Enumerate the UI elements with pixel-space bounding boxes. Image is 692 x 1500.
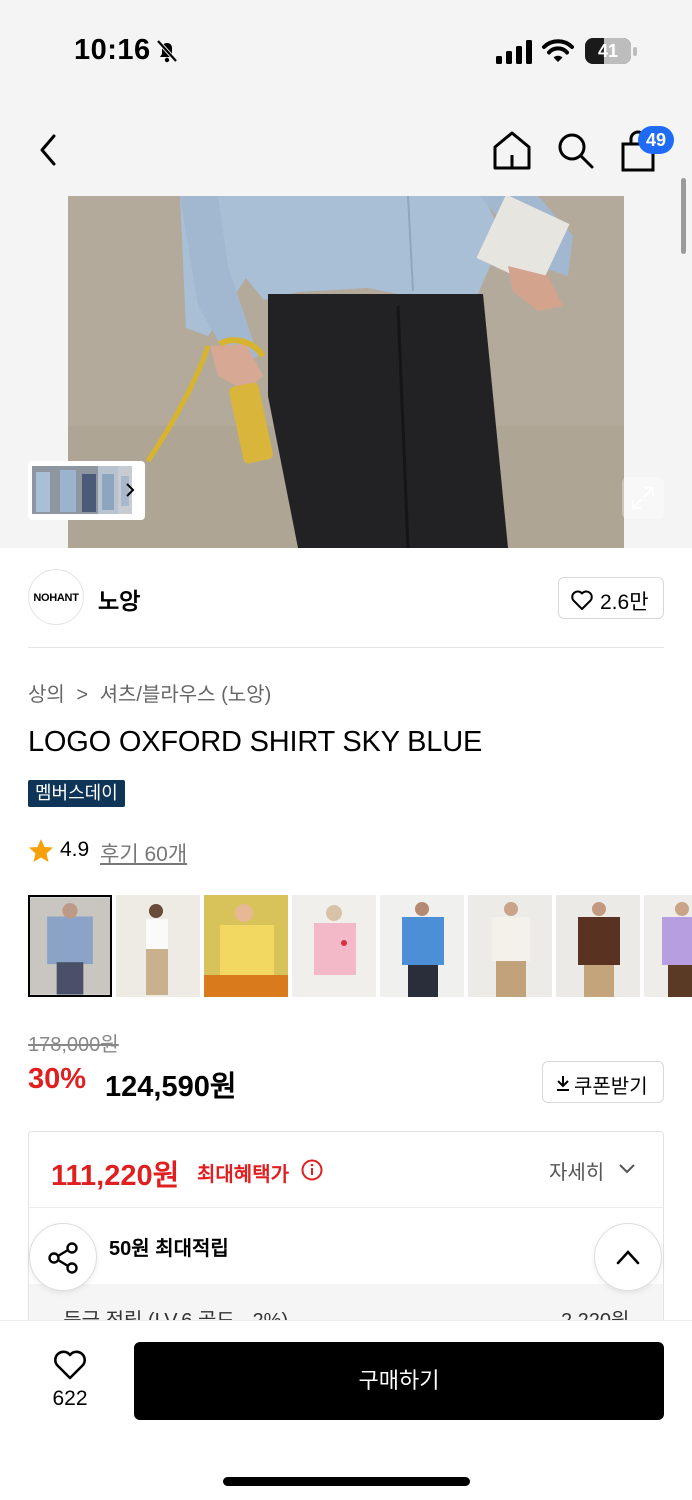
color-variant-thumbnail[interactable]	[556, 895, 640, 997]
battery-body: 41	[585, 38, 631, 64]
chevron-right-icon[interactable]	[124, 481, 136, 499]
buy-button[interactable]: 구매하기	[134, 1342, 664, 1420]
share-icon	[48, 1242, 78, 1274]
home-indicator[interactable]	[223, 1477, 470, 1486]
share-button[interactable]	[29, 1223, 97, 1291]
breadcrumb-category[interactable]: 상의	[28, 684, 65, 706]
back-icon[interactable]	[32, 130, 64, 170]
brand-like-count: 2.6만	[600, 591, 649, 614]
rating-score: 4.9	[60, 838, 90, 861]
benefit-box: 111,220원 최대혜택가 자세히 50원 최대적립 · 등급 적립 (LV.…	[28, 1131, 664, 1331]
battery-icon: 41	[585, 38, 637, 64]
color-variant-thumbnail[interactable]	[204, 895, 288, 997]
battery-level: 41	[597, 41, 619, 61]
wifi-icon	[542, 39, 574, 62]
brand-logo[interactable]: NOHANT	[28, 569, 84, 625]
color-variant-thumbnail[interactable]	[380, 895, 464, 997]
discount-rate: 30%	[28, 1063, 87, 1095]
brand-like-button[interactable]: 2.6만	[558, 577, 664, 619]
max-points: 50원 최대적립	[109, 1238, 229, 1260]
breadcrumb-subcategory[interactable]: 셔츠/블라우스 (노앙)	[100, 684, 272, 706]
max-benefit-price: 111,220원	[51, 1160, 180, 1192]
heart-icon	[571, 590, 593, 610]
status-bar: 10:16 41	[0, 0, 692, 100]
bottom-bar: 622 구매하기	[0, 1320, 692, 1500]
color-variant-thumbnail[interactable]	[116, 895, 200, 997]
home-icon[interactable]	[490, 128, 534, 172]
chevron-up-icon	[616, 1250, 640, 1265]
scroll-indicator[interactable]	[681, 178, 686, 254]
bell-off-icon	[156, 39, 178, 63]
detail-toggle[interactable]: 자세히	[549, 1156, 604, 1185]
breadcrumb-separator: >	[76, 684, 89, 706]
hero-thumbnail[interactable]	[32, 466, 100, 514]
cart-badge[interactable]: 49	[638, 126, 674, 154]
breadcrumb: 상의 > 셔츠/블라우스 (노앙)	[28, 678, 271, 707]
color-variant-thumbnail[interactable]	[644, 895, 692, 997]
signal-icon	[496, 40, 532, 64]
max-benefit-label: 최대혜택가	[197, 1164, 289, 1186]
sale-price: 124,590원	[105, 1071, 237, 1103]
search-icon[interactable]	[555, 130, 595, 170]
status-time: 10:16	[74, 34, 151, 66]
download-icon	[557, 1076, 569, 1091]
expand-button[interactable]	[622, 477, 664, 519]
product-photo[interactable]	[68, 196, 624, 548]
benefit-divider	[29, 1207, 663, 1208]
coupon-label: 쿠폰받기	[574, 1076, 648, 1098]
expand-icon[interactable]	[630, 485, 656, 511]
info-icon[interactable]	[301, 1159, 323, 1181]
scroll-top-button[interactable]	[594, 1223, 662, 1291]
divider	[28, 647, 664, 648]
coupon-button[interactable]: 쿠폰받기	[542, 1061, 664, 1103]
nav-bar	[0, 100, 692, 196]
hero-thumbnail-strip[interactable]	[28, 461, 145, 520]
product-image-area[interactable]	[0, 196, 692, 548]
heart-icon[interactable]	[52, 1349, 88, 1381]
color-variant-thumbnail[interactable]	[468, 895, 552, 997]
chevron-down-icon[interactable]	[617, 1162, 637, 1176]
color-variant-thumbnail[interactable]	[28, 895, 112, 997]
review-link[interactable]: 후기 60개	[100, 838, 187, 868]
hero-thumbnail[interactable]	[98, 466, 118, 514]
brand-name[interactable]: 노앙	[98, 582, 140, 616]
color-variant-strip	[28, 895, 692, 997]
color-variant-thumbnail[interactable]	[292, 895, 376, 997]
brand-row: NOHANT 노앙 2.6만	[0, 548, 692, 648]
product-title: LOGO OXFORD SHIRT SKY BLUE	[28, 726, 483, 758]
original-price: 178,000원	[28, 1034, 119, 1056]
member-day-tag: 멤버스데이	[28, 780, 125, 807]
star-icon	[29, 839, 53, 862]
wish-count: 622	[52, 1387, 88, 1410]
battery-tip	[633, 47, 637, 56]
